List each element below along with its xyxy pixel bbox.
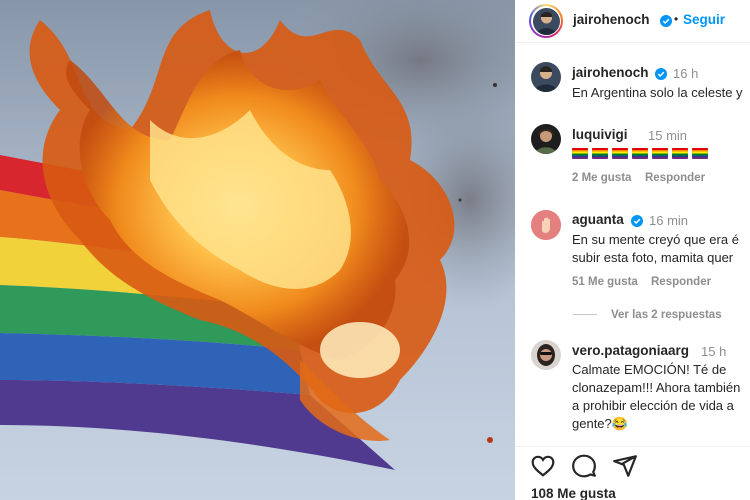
comment-likes[interactable]: 51 Me gusta (572, 276, 638, 288)
view-replies-button[interactable]: Ver las 2 respuestas (573, 309, 722, 321)
rainbow-flag-emoji (632, 148, 648, 160)
caption-text: En Argentina solo la celeste y (572, 85, 743, 100)
comment-text-line: subir esta foto, mamita quer (572, 250, 734, 265)
post-details-panel: jairohenoch • Seguir jairohenoch 16 h En… (515, 0, 750, 500)
follow-button[interactable]: Seguir (683, 12, 725, 27)
post-actions-bar (515, 446, 750, 485)
comment-text-line: clonazepam!!! Ahora también (572, 380, 741, 395)
comment-username[interactable]: aguanta (572, 212, 624, 227)
comment-likes[interactable]: 2 Me gusta (572, 172, 631, 184)
comment-text-line: En su mente creyó que era é (572, 232, 739, 247)
reply-button[interactable]: Responder (651, 276, 711, 288)
verified-icon (631, 215, 643, 227)
comment-text-flags (572, 145, 712, 163)
comment-text-line: a prohibir elección de vida a (572, 398, 734, 413)
comment-username[interactable]: luquivigi (572, 127, 628, 142)
comment-text-line: Calmate EMOCIÓN! Té de (572, 362, 727, 377)
share-icon[interactable] (612, 453, 638, 479)
comment-time[interactable]: 15 h (701, 344, 726, 359)
rainbow-flag-emoji (592, 148, 608, 160)
comment-avatar[interactable] (531, 124, 561, 154)
verified-icon (655, 68, 667, 80)
author-username[interactable]: jairohenoch (573, 12, 650, 27)
caption-avatar[interactable] (531, 62, 561, 92)
comment-avatar[interactable] (531, 340, 561, 370)
rainbow-flag-emoji (612, 148, 628, 160)
caption-username[interactable]: jairohenoch (572, 65, 649, 80)
header-separator: • (674, 12, 679, 26)
likes-count[interactable]: 108 Me gusta (531, 486, 616, 500)
comment-time[interactable]: 16 min (649, 213, 688, 228)
rainbow-flag-emoji (672, 148, 688, 160)
post-image-burning-flag[interactable] (0, 0, 515, 500)
comment-avatar[interactable] (531, 210, 561, 240)
burning-flag-illustration (0, 0, 515, 500)
comment-username[interactable]: vero.patagoniaarg (572, 343, 689, 358)
author-avatar[interactable] (529, 4, 563, 38)
comment-text-line: gente?😂 (572, 416, 628, 431)
comment-icon[interactable] (571, 453, 597, 479)
verified-icon (660, 15, 672, 27)
rainbow-flag-emoji (652, 148, 668, 160)
post-header: jairohenoch • Seguir (515, 0, 750, 43)
heart-icon[interactable] (530, 453, 556, 479)
caption-time[interactable]: 16 h (673, 66, 698, 81)
comment-time[interactable]: 15 min (648, 128, 687, 143)
rainbow-flag-emoji (572, 148, 588, 160)
view-replies-label: Ver las 2 respuestas (611, 309, 722, 321)
replies-divider (573, 314, 597, 316)
rainbow-flag-emoji (692, 148, 708, 160)
reply-button[interactable]: Responder (645, 172, 705, 184)
